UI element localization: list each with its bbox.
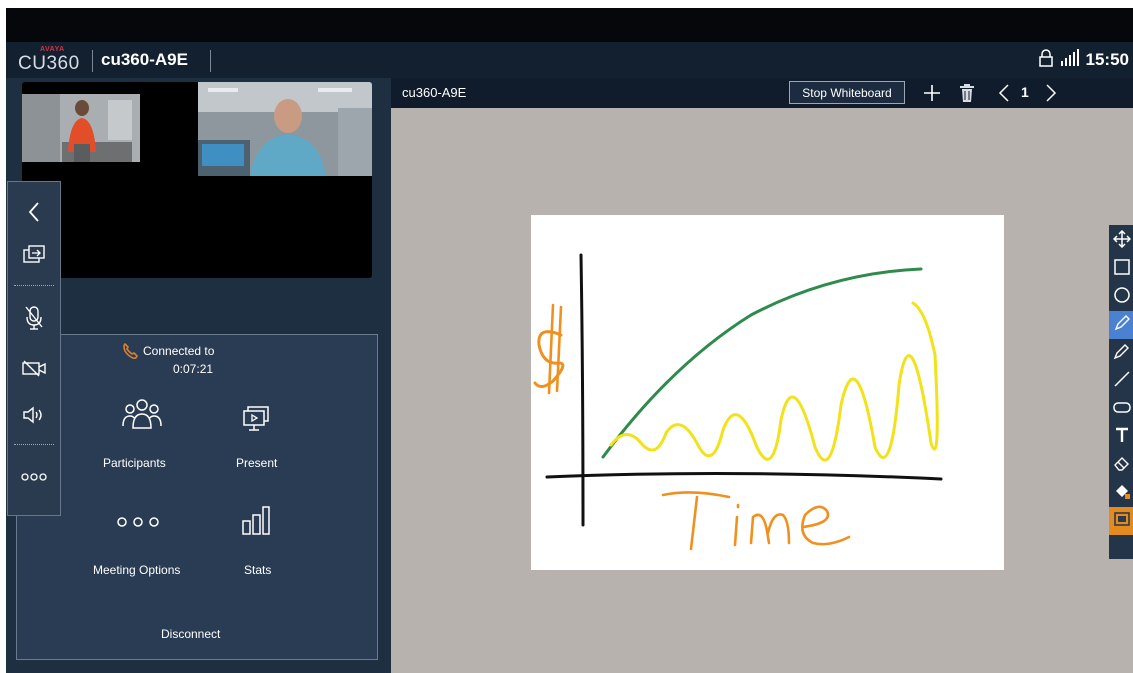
side-menu-divider: [14, 444, 54, 445]
shape-icon: [1113, 398, 1131, 421]
drawing-toolbar: [1109, 225, 1133, 559]
prev-page-icon[interactable]: [998, 83, 1010, 108]
call-duration: 0:07:21: [173, 362, 214, 376]
whiteboard-panel: cu360-A9E Stop Whiteboard 1: [391, 78, 1133, 673]
swap-layout-button[interactable]: [8, 237, 60, 277]
stop-whiteboard-button[interactable]: Stop Whiteboard: [789, 81, 905, 104]
signal-icon: [1060, 48, 1080, 72]
call-controls-panel: Connected to 0:07:21 Participants Presen…: [16, 334, 378, 660]
fill-tool[interactable]: [1109, 479, 1133, 507]
pen-icon: [1113, 314, 1131, 337]
marker-icon: [1113, 342, 1131, 365]
move-tool[interactable]: [1109, 227, 1133, 255]
move-icon: [1112, 229, 1132, 253]
add-page-icon[interactable]: [922, 83, 942, 108]
present-icon[interactable]: [241, 405, 271, 438]
stats-button[interactable]: Stats: [244, 563, 271, 577]
rectangle-icon: [1113, 258, 1131, 281]
brand-logo: AVAYA CU360: [18, 46, 84, 74]
whiteboard-canvas[interactable]: [531, 215, 1004, 570]
time-label-stroke: [661, 491, 851, 551]
mic-muted-icon: [24, 305, 44, 336]
text-icon: [1113, 426, 1131, 449]
self-video[interactable]: [198, 82, 372, 176]
delete-page-icon[interactable]: [959, 83, 975, 108]
participants-icon[interactable]: [121, 398, 163, 437]
circle-icon: [1113, 286, 1131, 309]
mute-mic-button[interactable]: [8, 300, 60, 340]
pen-tool[interactable]: [1109, 311, 1133, 339]
camera-off-icon: [22, 359, 46, 382]
more-icon: [21, 469, 47, 487]
connected-label: Connected to: [143, 344, 215, 358]
dollar-sign-stroke: [533, 303, 565, 395]
device-name: cu360-A9E: [101, 50, 188, 69]
side-menu: [7, 181, 61, 516]
meeting-options-button[interactable]: Meeting Options: [93, 563, 180, 577]
x-axis-stroke: [545, 471, 943, 481]
color-icon: [1113, 510, 1131, 533]
shape-tool[interactable]: [1109, 395, 1133, 423]
title-divider: [92, 50, 93, 72]
more-button[interactable]: [8, 458, 60, 498]
participants-button[interactable]: Participants: [103, 456, 166, 470]
line-tool[interactable]: [1109, 367, 1133, 395]
title-bar: AVAYA CU360 cu360-A9E 15:50: [6, 42, 1133, 78]
side-menu-divider: [14, 285, 54, 286]
growth-curve-stroke: [601, 267, 923, 459]
meeting-options-icon[interactable]: [115, 515, 161, 534]
swap-layout-icon: [23, 244, 45, 270]
present-button[interactable]: Present: [236, 456, 277, 470]
marker-tool[interactable]: [1109, 339, 1133, 367]
clock: 15:50: [1085, 50, 1129, 69]
y-axis-stroke: [579, 253, 585, 527]
remote-video-thumbnail[interactable]: [22, 94, 140, 162]
whiteboard-name: cu360-A9E: [402, 85, 467, 100]
page-number: 1: [1021, 84, 1029, 100]
next-page-icon[interactable]: [1045, 83, 1057, 108]
line-icon: [1113, 370, 1131, 393]
rectangle-tool[interactable]: [1109, 255, 1133, 283]
top-strip: [6, 8, 1133, 42]
brand-main-text: CU360: [18, 53, 80, 74]
disconnect-button[interactable]: Disconnect: [161, 627, 220, 641]
camera-toggle-button[interactable]: [8, 350, 60, 390]
call-panel: Connected to 0:07:21 Participants Presen…: [6, 78, 391, 673]
phone-icon: [121, 342, 139, 365]
back-button[interactable]: [8, 194, 60, 234]
lock-icon: [1038, 48, 1054, 72]
color-tool[interactable]: [1109, 507, 1133, 535]
stats-icon[interactable]: [241, 505, 271, 540]
app-window: AVAYA CU360 cu360-A9E 15:50 Connected to…: [6, 8, 1133, 673]
brand-small-text: AVAYA: [40, 46, 65, 53]
back-icon: [27, 201, 41, 228]
whiteboard-header: cu360-A9E Stop Whiteboard 1: [391, 78, 1133, 108]
volume-button[interactable]: [8, 397, 60, 437]
fill-icon: [1113, 482, 1131, 505]
video-area[interactable]: [22, 82, 372, 278]
title-divider-end: [210, 50, 211, 72]
eraser-icon: [1113, 454, 1131, 477]
circle-tool[interactable]: [1109, 283, 1133, 311]
text-tool[interactable]: [1109, 423, 1133, 451]
speaker-icon: [22, 406, 46, 429]
oscillation-stroke: [609, 301, 939, 462]
eraser-tool[interactable]: [1109, 451, 1133, 479]
status-area: 15:50: [1038, 47, 1129, 73]
